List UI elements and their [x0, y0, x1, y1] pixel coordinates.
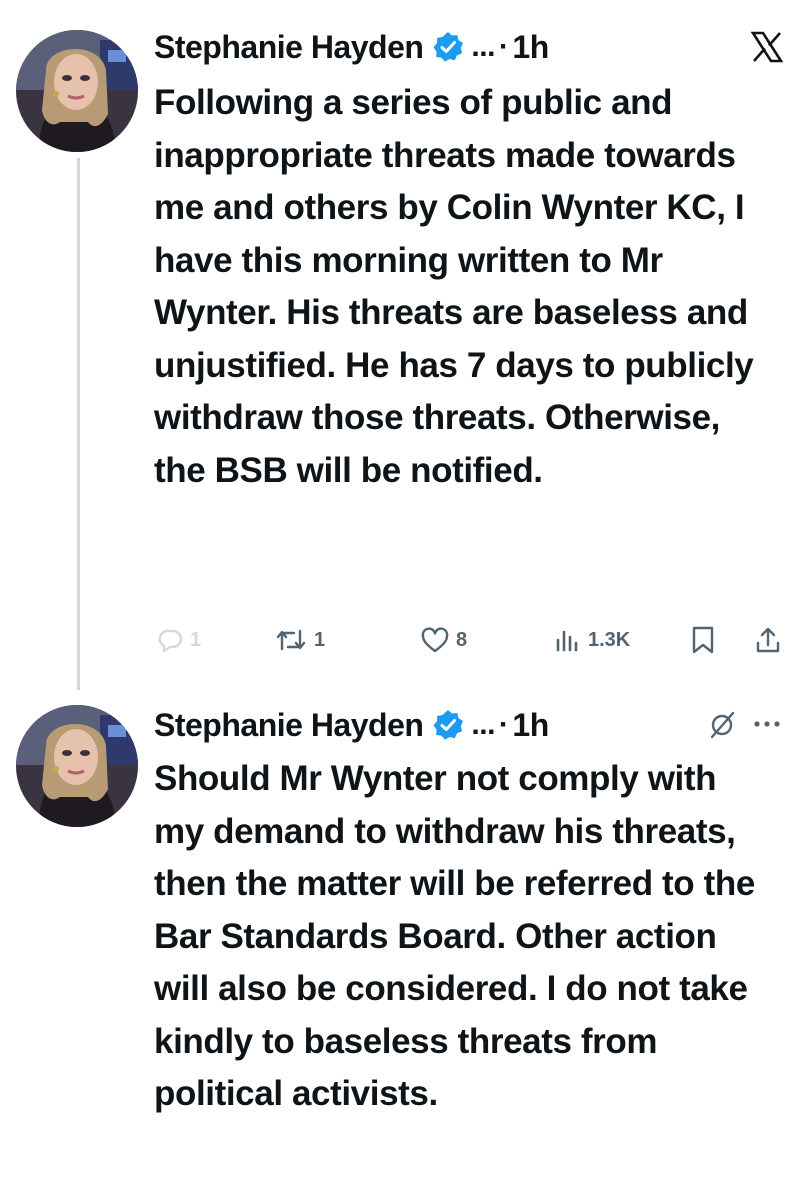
tweet-header: Stephanie Hayden ... · 1h	[154, 25, 549, 69]
handle-ellipsis: ...	[471, 30, 495, 63]
separator-dot: ·	[498, 30, 509, 63]
bookmark-icon	[690, 625, 716, 655]
tweet-actions: 1 1 8 1.3K	[154, 620, 784, 660]
tweet-header: Stephanie Hayden ... · 1h	[154, 703, 549, 747]
share-button[interactable]	[754, 620, 782, 660]
repost-button[interactable]: 1	[274, 620, 325, 660]
handle-ellipsis: ...	[471, 708, 495, 741]
like-button[interactable]: 8	[420, 620, 467, 660]
like-count: 8	[456, 628, 468, 651]
timestamp[interactable]: 1h	[512, 29, 549, 66]
repost-icon	[274, 626, 308, 654]
bookmark-button[interactable]	[690, 620, 716, 660]
repost-count: 1	[314, 628, 326, 651]
hidden-reply-icon[interactable]	[706, 708, 738, 740]
avatar[interactable]	[16, 705, 138, 827]
separator-dot: ·	[498, 708, 509, 741]
more-icon[interactable]	[750, 708, 784, 740]
views-icon	[554, 626, 582, 654]
author-name[interactable]: Stephanie Hayden	[154, 707, 424, 744]
timestamp[interactable]: 1h	[512, 707, 549, 744]
x-logo-icon[interactable]	[750, 30, 784, 64]
views-count: 1.3K	[588, 628, 631, 651]
verified-badge-icon[interactable]	[431, 708, 465, 742]
reply-icon	[156, 626, 184, 654]
verified-badge-icon[interactable]	[431, 30, 465, 64]
tweet-text: Following a series of public and inappro…	[154, 83, 754, 490]
author-name[interactable]: Stephanie Hayden	[154, 29, 424, 66]
tweet-text: Should Mr Wynter not comply with my dema…	[154, 759, 755, 1113]
tweet-actions-partial	[154, 1190, 784, 1200]
reply-count: 1	[190, 628, 202, 651]
avatar[interactable]	[16, 30, 138, 152]
heart-icon	[420, 626, 450, 654]
thread-connector-line	[77, 158, 80, 690]
views-button[interactable]: 1.3K	[554, 620, 630, 660]
share-icon	[754, 625, 782, 655]
reply-button[interactable]: 1	[156, 620, 201, 660]
